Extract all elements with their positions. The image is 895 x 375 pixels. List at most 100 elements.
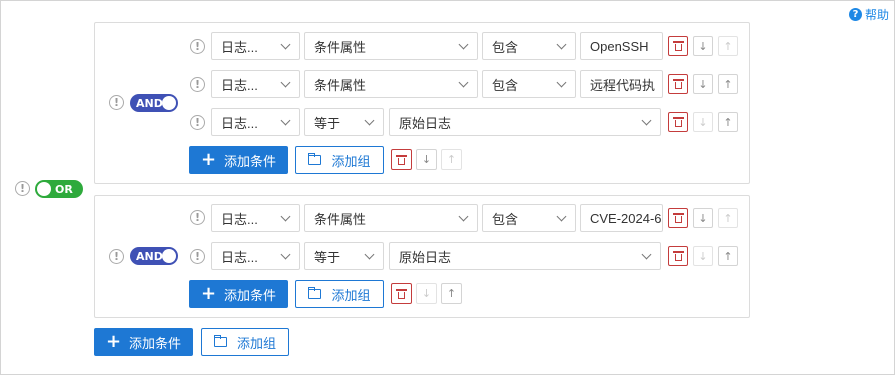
plus-icon: +: [200, 149, 217, 170]
chevron-down-icon: [364, 115, 375, 126]
root-add-condition-button[interactable]: + 添加条件: [94, 328, 193, 356]
toggle-knob: [162, 96, 176, 110]
chevron-down-icon: [280, 249, 291, 260]
row-info-icon: !: [190, 115, 205, 130]
chevron-down-icon: [280, 115, 291, 126]
delete-row-button[interactable]: [668, 74, 688, 94]
root-or-toggle[interactable]: OR: [35, 180, 83, 198]
chevron-down-icon: [556, 211, 567, 222]
folder-icon: [213, 335, 227, 347]
delete-row-button[interactable]: [668, 36, 688, 56]
operator-select-value: 包含: [492, 211, 519, 227]
value-input[interactable]: CVE-2024-6387: [580, 204, 663, 232]
chevron-down-icon: [280, 77, 291, 88]
group-move-down-button[interactable]: ↓: [416, 283, 437, 304]
field-select-value: 日志...: [221, 77, 258, 93]
root-add-group-button[interactable]: 添加组: [201, 328, 289, 356]
folder-icon: [308, 287, 322, 299]
row-info-icon: !: [190, 39, 205, 54]
chevron-down-icon: [641, 115, 652, 126]
operator-select[interactable]: 包含: [482, 204, 576, 232]
value-select[interactable]: 原始日志: [389, 242, 661, 270]
trash-icon: [672, 41, 684, 51]
add-group-button[interactable]: 添加组: [295, 280, 384, 308]
arrow-down-icon: ↓: [698, 249, 708, 263]
move-down-button[interactable]: ↓: [693, 74, 713, 94]
move-down-button[interactable]: ↓: [693, 208, 713, 228]
chevron-down-icon: [641, 249, 652, 260]
delete-row-button[interactable]: [668, 246, 688, 266]
field-select-value: 日志...: [221, 249, 258, 265]
delete-row-button[interactable]: [668, 112, 688, 132]
chevron-down-icon: [280, 39, 291, 50]
delete-group-button[interactable]: [391, 149, 412, 170]
add-condition-button[interactable]: + 添加条件: [189, 280, 288, 308]
field-select[interactable]: 日志...: [211, 32, 300, 60]
add-group-button[interactable]: 添加组: [295, 146, 384, 174]
value-input-text: 远程代码执: [590, 77, 656, 93]
value-select-value: 原始日志: [399, 249, 452, 265]
move-down-button[interactable]: ↓: [693, 246, 713, 266]
operator-select[interactable]: 包含: [482, 32, 576, 60]
add-group-label: 添加组: [331, 287, 371, 303]
plus-icon: +: [200, 283, 217, 304]
arrow-up-icon: ↑: [723, 115, 733, 129]
move-up-button[interactable]: ↑: [718, 74, 738, 94]
row-info-icon: !: [190, 210, 205, 225]
row-info-icon: !: [190, 249, 205, 264]
attribute-select[interactable]: 条件属性: [304, 204, 478, 232]
move-up-button[interactable]: ↑: [718, 112, 738, 132]
value-input[interactable]: OpenSSH: [580, 32, 663, 60]
attribute-select-value: 条件属性: [314, 77, 367, 93]
root-operator-label: OR: [55, 182, 73, 196]
group2-and-toggle[interactable]: AND: [130, 247, 178, 265]
value-input-text: OpenSSH: [590, 38, 649, 54]
arrow-up-icon: ↑: [723, 39, 733, 53]
operator-select[interactable]: 包含: [482, 70, 576, 98]
help-icon: ?: [849, 7, 862, 21]
trash-icon: [672, 251, 684, 261]
chevron-down-icon: [556, 39, 567, 50]
arrow-down-icon: ↓: [698, 211, 708, 225]
add-condition-label: 添加条件: [224, 287, 277, 303]
attribute-select[interactable]: 条件属性: [304, 70, 478, 98]
attribute-select[interactable]: 条件属性: [304, 32, 478, 60]
field-select[interactable]: 日志...: [211, 108, 300, 136]
move-down-button[interactable]: ↓: [693, 36, 713, 56]
add-condition-label: 添加条件: [224, 153, 277, 169]
group-move-up-button[interactable]: ↑: [441, 283, 462, 304]
move-down-button[interactable]: ↓: [693, 112, 713, 132]
arrow-down-icon: ↓: [698, 77, 708, 91]
chevron-down-icon: [458, 211, 469, 222]
group-move-up-button[interactable]: ↑: [441, 149, 462, 170]
field-select[interactable]: 日志...: [211, 242, 300, 270]
field-select[interactable]: 日志...: [211, 70, 300, 98]
value-select[interactable]: 原始日志: [389, 108, 661, 136]
field-select-value: 日志...: [221, 211, 258, 227]
value-input[interactable]: 远程代码执: [580, 70, 663, 98]
operator-select[interactable]: 等于: [304, 242, 384, 270]
move-up-button[interactable]: ↑: [718, 246, 738, 266]
group1-and-toggle[interactable]: AND: [130, 94, 178, 112]
operator-select-value: 等于: [314, 249, 341, 265]
add-group-label: 添加组: [331, 153, 371, 169]
help-link[interactable]: ? 帮助: [849, 6, 889, 22]
field-select[interactable]: 日志...: [211, 204, 300, 232]
plus-icon: +: [105, 331, 122, 352]
value-select-value: 原始日志: [399, 115, 452, 131]
delete-group-button[interactable]: [391, 283, 412, 304]
arrow-down-icon: ↓: [698, 39, 708, 53]
root-add-condition-label: 添加条件: [129, 335, 182, 351]
delete-row-button[interactable]: [668, 208, 688, 228]
move-up-button[interactable]: ↑: [718, 36, 738, 56]
toggle-knob: [162, 249, 176, 263]
help-label: 帮助: [865, 7, 890, 22]
group-move-down-button[interactable]: ↓: [416, 149, 437, 170]
arrow-down-icon: ↓: [421, 153, 432, 166]
operator-select[interactable]: 等于: [304, 108, 384, 136]
attribute-select-value: 条件属性: [314, 211, 367, 227]
move-up-button[interactable]: ↑: [718, 208, 738, 228]
operator-select-value: 等于: [314, 115, 341, 131]
add-condition-button[interactable]: + 添加条件: [189, 146, 288, 174]
group1-operator-label: AND: [136, 96, 163, 110]
